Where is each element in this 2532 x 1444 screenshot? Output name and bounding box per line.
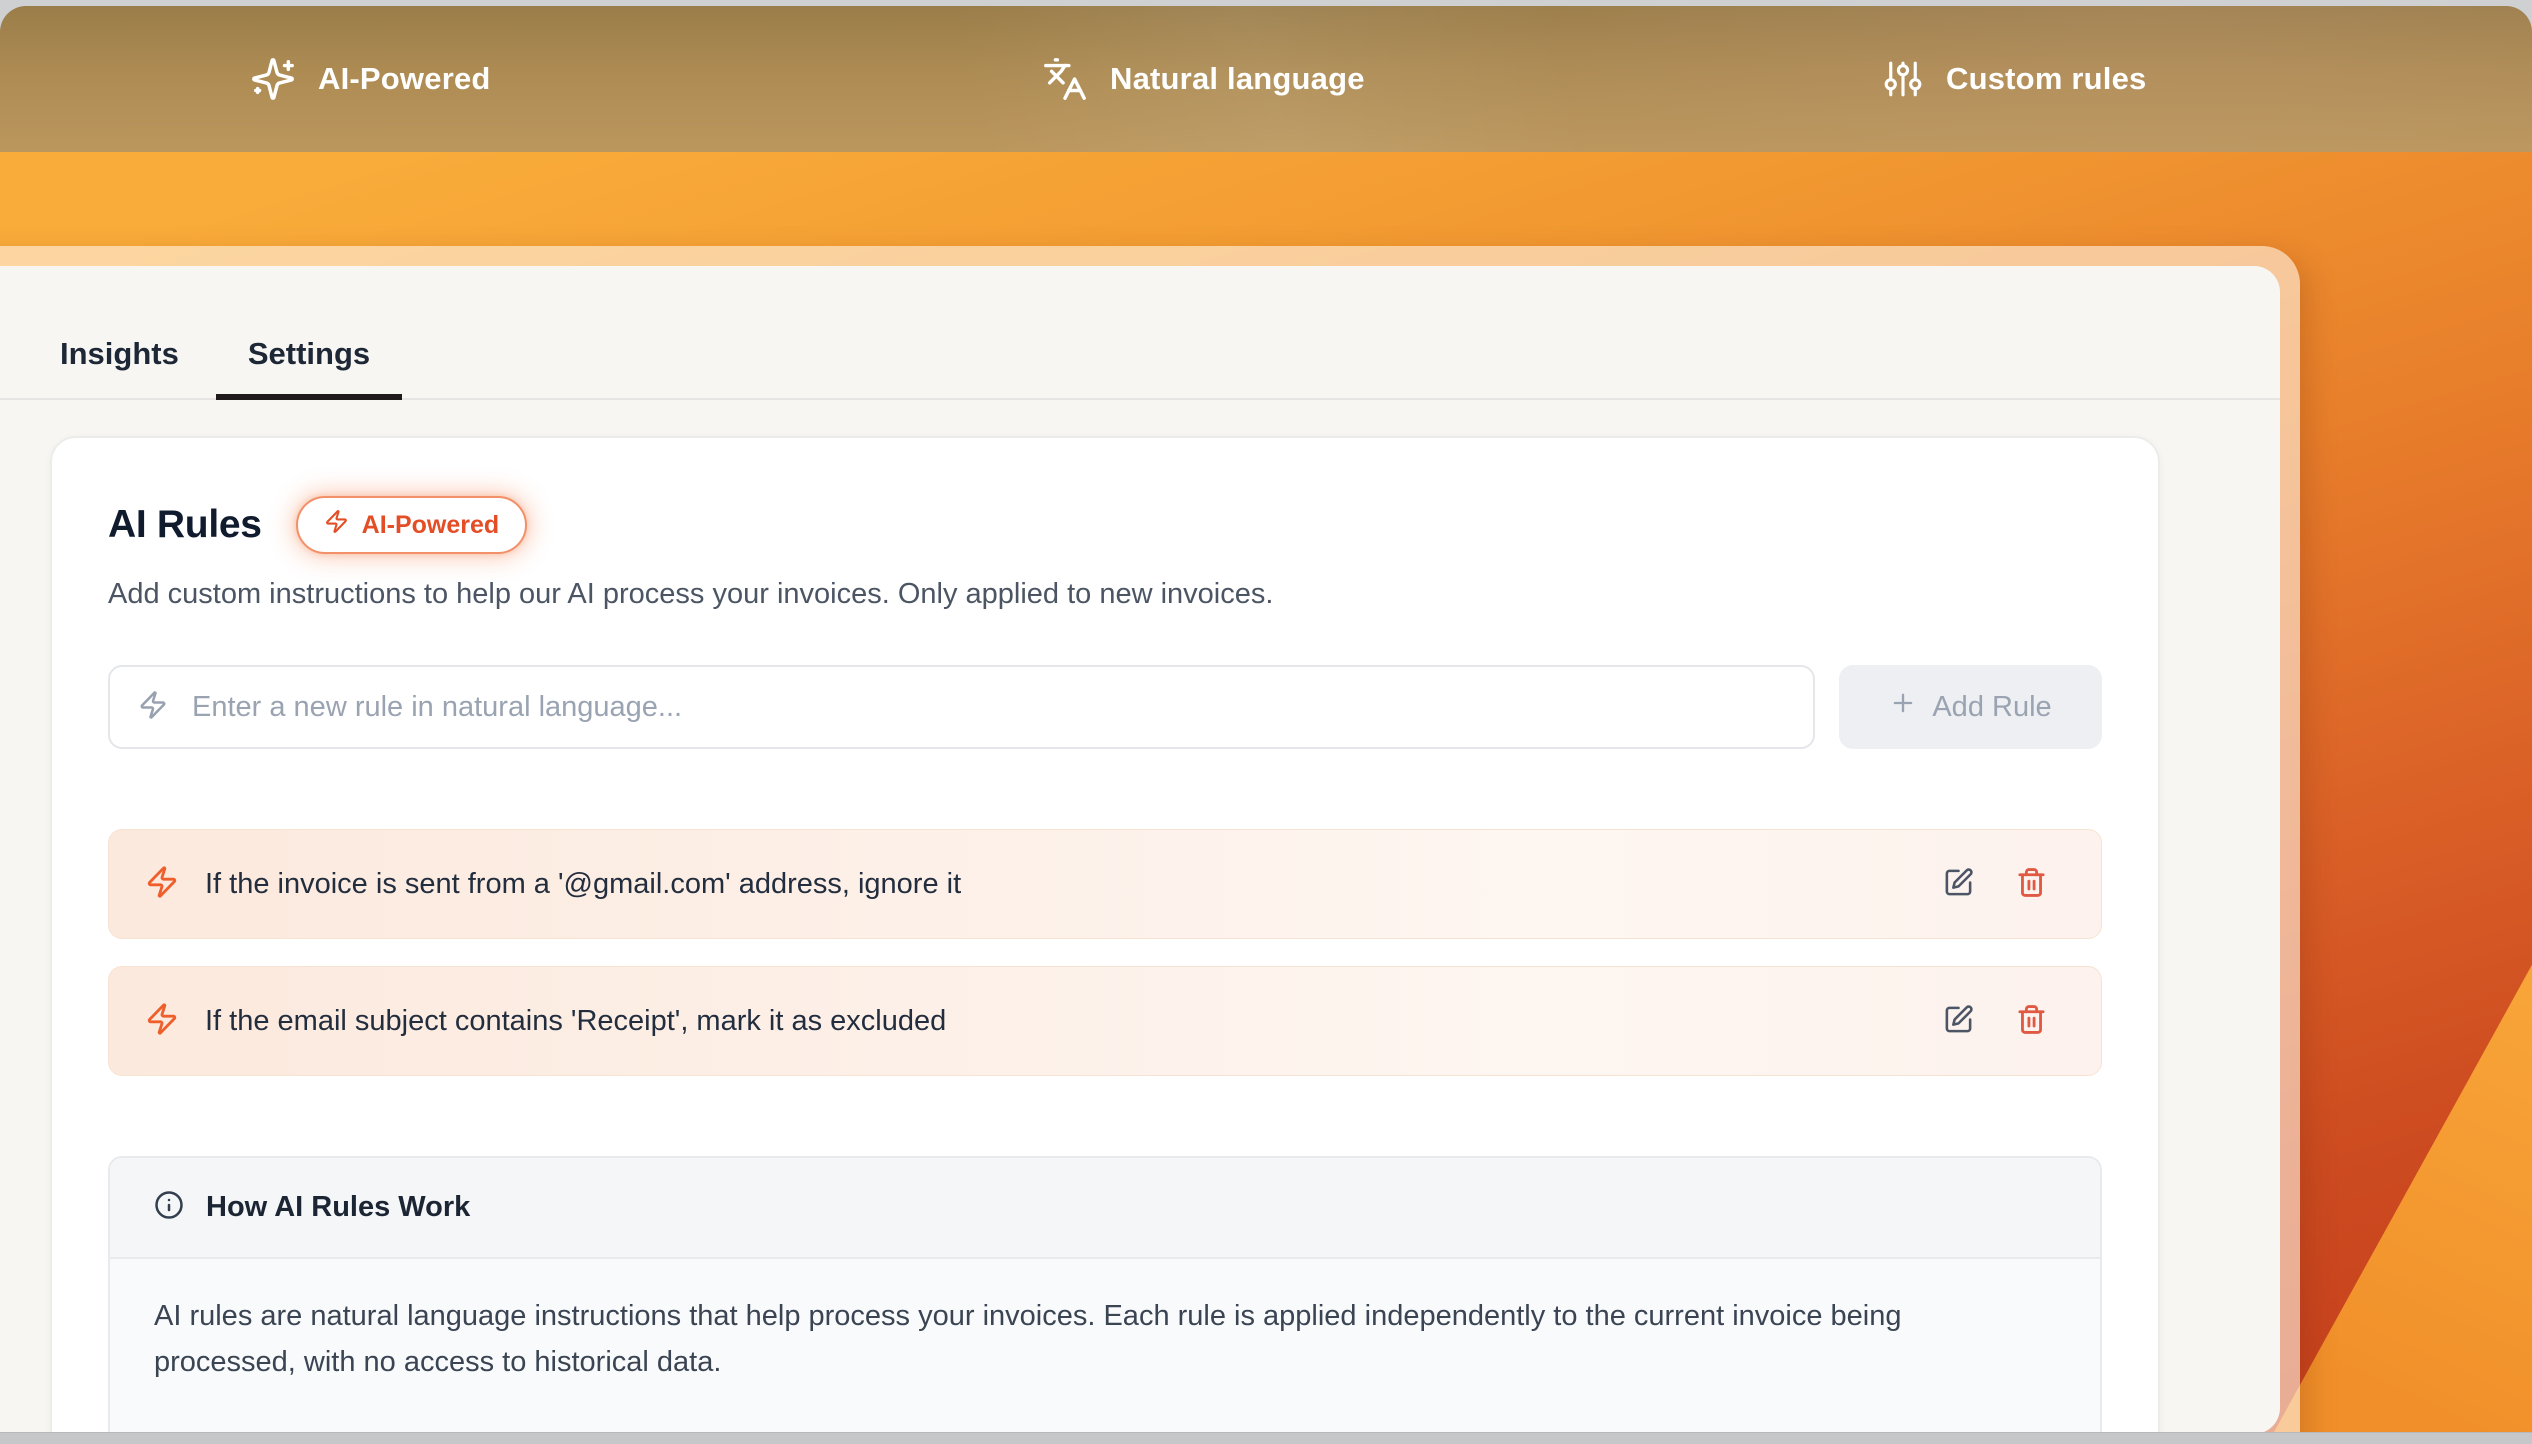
sparkles-icon bbox=[250, 56, 296, 102]
rules-list: If the invoice is sent from a '@gmail.co… bbox=[108, 829, 2102, 1076]
info-panel-title: How AI Rules Work bbox=[206, 1191, 470, 1224]
app-window: Insights Settings AI Rules AI-Powered bbox=[0, 266, 2280, 1434]
ai-powered-badge: AI-Powered bbox=[296, 496, 528, 554]
delete-rule-button[interactable] bbox=[2016, 867, 2047, 901]
info-panel-body: AI rules are natural language instructio… bbox=[110, 1259, 2070, 1434]
zap-icon bbox=[138, 690, 168, 725]
delete-rule-button[interactable] bbox=[2016, 1004, 2047, 1038]
new-rule-input[interactable] bbox=[108, 665, 1815, 749]
edit-rule-button[interactable] bbox=[1943, 1004, 1974, 1038]
banner-feature-custom-rules: Custom rules bbox=[1882, 58, 2147, 100]
edit-icon bbox=[1943, 1004, 1974, 1038]
new-rule-row: Add Rule bbox=[108, 665, 2102, 749]
banner-feature-label: Custom rules bbox=[1946, 61, 2147, 97]
ai-rules-card: AI Rules AI-Powered Add custom instructi… bbox=[50, 436, 2160, 1434]
card-description: Add custom instructions to help our AI p… bbox=[108, 578, 2102, 611]
add-rule-button[interactable]: Add Rule bbox=[1839, 665, 2102, 749]
banner-feature-label: Natural language bbox=[1110, 61, 1365, 97]
trash-icon bbox=[2016, 867, 2047, 901]
zap-icon bbox=[145, 1002, 179, 1041]
zap-icon bbox=[145, 865, 179, 904]
features-banner: AI-Powered Natural language Custom rules bbox=[0, 6, 2532, 152]
new-rule-input-field[interactable] bbox=[190, 690, 1785, 725]
rule-text: If the email subject contains 'Receipt',… bbox=[205, 1005, 946, 1038]
banner-feature-ai-powered: AI-Powered bbox=[250, 56, 491, 102]
info-panel-header: How AI Rules Work bbox=[110, 1158, 2100, 1259]
trash-icon bbox=[2016, 1004, 2047, 1038]
tab-insights[interactable]: Insights bbox=[60, 336, 179, 398]
banner-feature-label: AI-Powered bbox=[318, 61, 491, 97]
rule-text: If the invoice is sent from a '@gmail.co… bbox=[205, 868, 961, 901]
info-icon bbox=[154, 1190, 184, 1225]
tab-bar: Insights Settings bbox=[0, 266, 2280, 400]
plus-icon bbox=[1889, 689, 1917, 725]
info-panel: How AI Rules Work AI rules are natural l… bbox=[108, 1156, 2102, 1434]
banner-feature-natural-language: Natural language bbox=[1042, 56, 1365, 102]
tab-settings[interactable]: Settings bbox=[216, 336, 402, 400]
edit-rule-button[interactable] bbox=[1943, 867, 1974, 901]
sliders-icon bbox=[1882, 58, 1924, 100]
rule-actions bbox=[1943, 867, 2047, 901]
languages-icon bbox=[1042, 56, 1088, 102]
card-title-row: AI Rules AI-Powered bbox=[108, 496, 2102, 554]
zap-icon bbox=[324, 509, 349, 541]
rule-item: If the invoice is sent from a '@gmail.co… bbox=[108, 829, 2102, 939]
rule-actions bbox=[1943, 1004, 2047, 1038]
page-title: AI Rules bbox=[108, 503, 262, 547]
badge-label: AI-Powered bbox=[362, 511, 500, 540]
frame-bottom-edge bbox=[0, 1432, 2532, 1444]
rule-item: If the email subject contains 'Receipt',… bbox=[108, 966, 2102, 1076]
edit-icon bbox=[1943, 867, 1974, 901]
app-window-frame: Insights Settings AI Rules AI-Powered bbox=[0, 246, 2300, 1444]
add-rule-label: Add Rule bbox=[1932, 691, 2051, 724]
screenshot-frame: AI-Powered Natural language Custom rules bbox=[0, 0, 2532, 1444]
